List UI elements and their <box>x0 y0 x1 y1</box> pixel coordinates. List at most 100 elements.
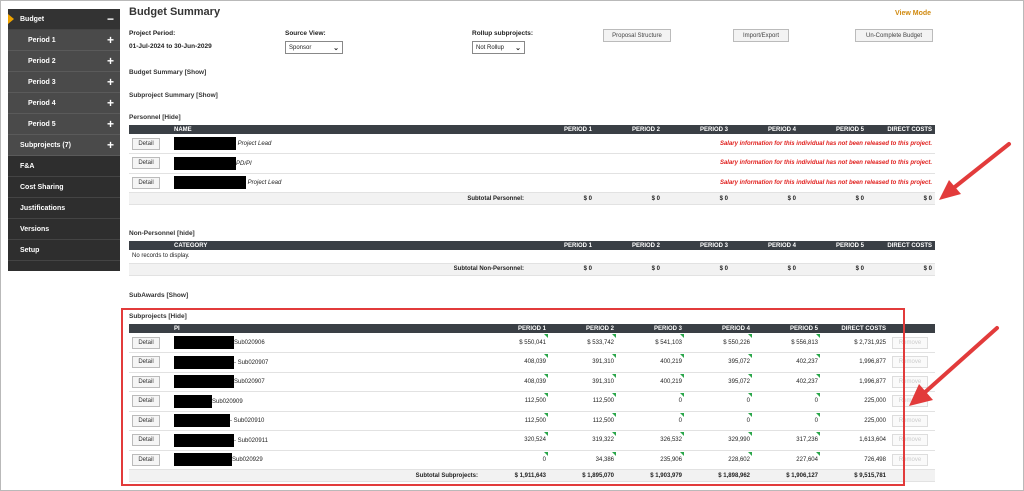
subtotal-value: $ 0 <box>527 192 595 205</box>
flag-icon <box>544 412 548 417</box>
sidebar-item-subprojects[interactable]: Subprojects (7) + <box>8 135 120 156</box>
expand-icon[interactable]: + <box>107 97 114 109</box>
view-mode-link[interactable]: View Mode <box>895 10 931 17</box>
period-value: 320,524 <box>481 430 549 451</box>
sidebar-item-justifications[interactable]: Justifications <box>8 198 120 219</box>
flag-icon <box>544 354 548 358</box>
period-value: 402,237 <box>753 372 821 392</box>
proposal-structure-button[interactable]: Proposal Structure <box>603 29 671 42</box>
personnel-toggle[interactable]: Personnel [Hide] <box>129 114 181 121</box>
subtotal-value: $ 1,898,962 <box>685 469 753 482</box>
period-value: 317,236 <box>753 430 821 451</box>
detail-button[interactable]: Detail <box>132 453 160 466</box>
flag-icon <box>816 451 820 456</box>
period-value: 1,996,877 <box>821 372 889 392</box>
table-row: Detail - Sub020910 112,500 112,500 0 0 0 225,00… <box>129 411 935 431</box>
non-personnel-toggle[interactable]: Non-Personnel [hide] <box>129 230 195 237</box>
detail-button[interactable]: Detail <box>132 356 160 369</box>
subproject-summary-toggle[interactable]: Subproject Summary [Show] <box>129 92 218 99</box>
expand-icon[interactable]: + <box>107 118 114 130</box>
flag-icon <box>816 334 820 338</box>
sidebar-item-versions[interactable]: Versions <box>8 219 120 240</box>
sidebar-item-fa[interactable]: F&A <box>8 156 120 177</box>
remove-button[interactable]: Remove <box>892 434 928 447</box>
period-value: 112,500 <box>549 411 617 431</box>
rollup-select[interactable]: Not Rollup ⌄ <box>472 41 525 54</box>
detail-button[interactable]: Detail <box>132 176 160 189</box>
column-header: PERIOD 2 <box>549 324 617 333</box>
header-spacer <box>129 324 171 333</box>
detail-button[interactable]: Detail <box>132 414 160 427</box>
rollup-label: Rollup subprojects: <box>472 30 534 37</box>
sidebar-item-setup[interactable]: Setup <box>8 240 120 261</box>
detail-button[interactable]: Detail <box>132 395 160 408</box>
expand-icon[interactable]: + <box>107 34 114 46</box>
flag-icon <box>680 412 684 417</box>
non-personnel-table: CATEGORY PERIOD 1 PERIOD 2 PERIOD 3 PERI… <box>129 241 935 276</box>
subtotal-value: $ 0 <box>731 263 799 276</box>
sidebar-item-label: Subprojects (7) <box>20 141 71 149</box>
flag-icon <box>612 412 616 417</box>
import-export-button[interactable]: Import/Export <box>733 29 789 42</box>
period-value: 402,237 <box>753 352 821 373</box>
subprojects-table: PI PERIOD 1 PERIOD 2 PERIOD 3 PERIOD 4 P… <box>129 324 935 482</box>
person-role: PD/PI <box>236 160 252 167</box>
flag-icon <box>544 393 548 397</box>
subtotal-value: $ 0 <box>867 192 935 205</box>
budget-summary-toggle[interactable]: Budget Summary [Show] <box>129 69 206 76</box>
table-row: Detail Sub020906 $ 550,041 $ 533,742 $ 541,1… <box>129 333 935 353</box>
remove-button[interactable]: Remove <box>892 453 928 466</box>
column-header: PERIOD 1 <box>481 324 549 333</box>
detail-button[interactable]: Detail <box>132 157 160 170</box>
expand-icon[interactable]: + <box>107 139 114 151</box>
sidebar-item-period-4[interactable]: Period 4 + <box>8 93 120 114</box>
redacted-name <box>174 433 234 447</box>
sidebar-item-cost-sharing[interactable]: Cost Sharing <box>8 177 120 198</box>
redacted-name <box>174 176 246 190</box>
subtotal-label: Subtotal Non-Personnel: <box>129 263 527 276</box>
flag-icon <box>816 354 820 358</box>
subtotal-value: $ 0 <box>799 192 867 205</box>
expand-icon[interactable]: + <box>107 76 114 88</box>
flag-icon <box>816 373 820 378</box>
subawards-toggle[interactable]: SubAwards [Show] <box>129 292 188 299</box>
sidebar-item-period-5[interactable]: Period 5 + <box>8 114 120 135</box>
uncomplete-budget-button[interactable]: Un-Complete Budget <box>855 29 933 42</box>
flag-icon <box>748 373 752 378</box>
subtotal-value: $ 0 <box>663 192 731 205</box>
subprojects-toggle[interactable]: Subprojects [Hide] <box>129 313 187 320</box>
sidebar-item-period-1[interactable]: Period 1 + <box>8 30 120 51</box>
column-header: PERIOD 5 <box>799 125 867 134</box>
sidebar-item-label: Period 1 <box>28 36 56 44</box>
period-value: 0 <box>685 391 753 412</box>
period-value: 408,039 <box>481 352 549 373</box>
flag-icon <box>612 451 616 456</box>
detail-button[interactable]: Detail <box>132 336 160 349</box>
flag-icon <box>748 451 752 456</box>
sidebar-item-period-2[interactable]: Period 2 + <box>8 51 120 72</box>
flag-icon <box>748 354 752 358</box>
subproject-id: Sub020906 <box>234 340 265 347</box>
table-header-row: PI PERIOD 1 PERIOD 2 PERIOD 3 PERIOD 4 P… <box>129 324 935 333</box>
column-header: PERIOD 1 <box>527 125 595 134</box>
column-header: PERIOD 5 <box>753 324 821 333</box>
subtotal-value: $ 0 <box>731 192 799 205</box>
sidebar-item-label: Cost Sharing <box>20 183 64 191</box>
detail-button[interactable]: Detail <box>132 434 160 447</box>
period-value: 319,322 <box>549 430 617 451</box>
person-role: Project Lead <box>237 141 272 148</box>
annotation-arrow-icon <box>939 142 1011 200</box>
detail-button[interactable]: Detail <box>132 375 160 388</box>
table-row: Detail PD/PI Salary information for this… <box>129 153 935 174</box>
source-view-select[interactable]: Sponsor ⌄ <box>285 41 343 54</box>
column-header: PI <box>171 324 481 333</box>
period-value: 0 <box>685 411 753 431</box>
expand-icon[interactable]: + <box>107 55 114 67</box>
redacted-name <box>174 375 234 389</box>
remove-button[interactable]: Remove <box>892 414 928 427</box>
sidebar-item-period-3[interactable]: Period 3 + <box>8 72 120 93</box>
sidebar-item-budget[interactable]: Budget − <box>8 9 120 30</box>
salary-warning: Salary information for this individual h… <box>527 173 935 193</box>
detail-button[interactable]: Detail <box>132 137 160 150</box>
collapse-icon[interactable]: − <box>107 13 114 25</box>
